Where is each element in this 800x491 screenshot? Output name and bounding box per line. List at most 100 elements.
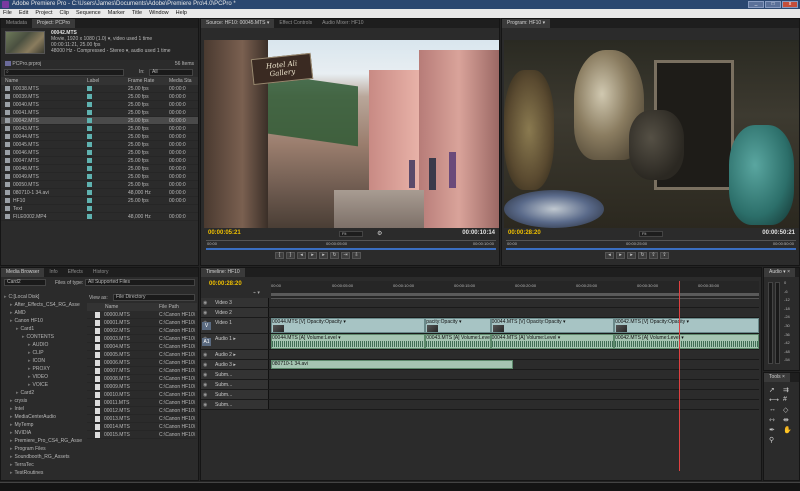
expand-arrow-icon[interactable]: ▸ (10, 310, 13, 316)
expand-arrow-icon[interactable]: ▸ (10, 422, 13, 428)
label-color-swatch[interactable] (87, 150, 92, 155)
overlay-button[interactable]: ⇩ (352, 252, 361, 259)
tab-tools[interactable]: Tools × (764, 373, 790, 382)
folder-tree-item[interactable]: ▸ VIDEO (4, 373, 82, 381)
media-file-row[interactable]: 00011.MTS C:\Canon HF10\ (87, 399, 197, 407)
media-file-row[interactable]: 00012.MTS C:\Canon HF10\ (87, 407, 197, 415)
program-scrubber[interactable] (506, 248, 796, 250)
track-header[interactable]: ◉Video 1 (201, 318, 269, 333)
tab-audio-meters[interactable]: Audio ▾ × (764, 268, 795, 277)
program-play-button[interactable]: ▸ (616, 252, 625, 259)
label-color-swatch[interactable] (87, 198, 92, 203)
project-item-row[interactable]: 00046.MTS 25.00 fps 00:00:0 (1, 149, 198, 157)
timeline-ruler[interactable]: 00:00 00:00:05:00 00:00:10:00 00:00:15:00 00… (271, 281, 759, 299)
source-timecode[interactable]: 00:00:05:21 (208, 230, 241, 236)
project-item-row[interactable]: 00042.MTS 25.00 fps 00:00:0 (1, 117, 198, 125)
audio-clip[interactable]: 00042.MTS [A] Volume:Level ▾ (614, 334, 759, 349)
slide-tool-icon[interactable]: ⇼ (783, 416, 795, 424)
timeline-timecode[interactable]: 00:00:28:20 (209, 281, 242, 287)
media-file-row[interactable]: 00013.MTS C:\Canon HF10\ (87, 415, 197, 423)
folder-tree-item[interactable]: ▸ ICON (4, 357, 82, 365)
project-item-row[interactable]: 080710-1 34.avi 48,000 Hz 00:00:0 (1, 189, 198, 197)
tab-history[interactable]: History (88, 268, 114, 277)
eye-icon[interactable]: ◉ (203, 370, 207, 379)
track-header[interactable]: ◉ Subm... (201, 400, 269, 409)
label-color-swatch[interactable] (87, 126, 92, 131)
media-file-row[interactable]: 00002.MTS C:\Canon HF10\ (87, 327, 197, 335)
col-media-start[interactable]: Media Sta (169, 77, 192, 85)
insert-button[interactable]: ⇥ (341, 252, 350, 259)
drive-dropdown[interactable]: Card2 (4, 279, 46, 286)
hand-tool-icon[interactable]: ✋ (783, 426, 795, 434)
folder-tree-item[interactable]: ▸ MyTemp (4, 421, 82, 429)
audio-clip[interactable]: 00043.MTS [A] Volume:Level ▾ (425, 334, 491, 349)
label-color-swatch[interactable] (87, 142, 92, 147)
label-color-swatch[interactable] (87, 110, 92, 115)
media-file-row[interactable]: 00006.MTS C:\Canon HF10\ (87, 359, 197, 367)
track-header[interactable]: ◉ Video 3 (201, 298, 269, 307)
audio-clip[interactable]: 080710-1 34.avi (271, 360, 513, 369)
folder-tree-item[interactable]: ▸ C:[Local Disk] (4, 293, 82, 301)
col-name[interactable]: Name (5, 77, 18, 85)
program-ruler[interactable]: 00:00 00:00:25:00 00:00:50:00 (506, 240, 796, 247)
source-fit-dropdown[interactable]: Fit (339, 231, 363, 237)
expand-arrow-icon[interactable]: ▸ (10, 318, 13, 324)
mark-out-button[interactable]: } (286, 252, 295, 259)
track-header[interactable]: ◉ Audio 2 ▸ (201, 350, 269, 359)
folder-tree-item[interactable]: ▸ AMD (4, 309, 82, 317)
media-file-row[interactable]: 00001.MTS C:\Canon HF10\ (87, 319, 197, 327)
media-file-row[interactable]: 00005.MTS C:\Canon HF10\ (87, 351, 197, 359)
source-ruler[interactable]: 00:00 00:00:05:00 00:00:10:00 (206, 240, 496, 247)
menu-project[interactable]: Project (35, 9, 52, 18)
expand-arrow-icon[interactable]: ▸ (16, 326, 19, 332)
source-scrubber[interactable] (206, 248, 496, 250)
in-dropdown[interactable]: All (149, 69, 193, 76)
tab-effects[interactable]: Effects (63, 268, 88, 277)
folder-tree-item[interactable]: ▸ Program Files (4, 445, 82, 453)
label-color-swatch[interactable] (87, 86, 92, 91)
expand-arrow-icon[interactable]: ▸ (10, 462, 13, 468)
track-header[interactable]: ◉ Subm... (201, 370, 269, 379)
folder-tree-item[interactable]: ▸ Canon HF10 (4, 317, 82, 325)
maximize-button[interactable]: □ (765, 1, 781, 8)
track-header[interactable]: ◉ Subm... (201, 390, 269, 399)
view-as-dropdown[interactable]: File Directory (113, 294, 195, 301)
menu-marker[interactable]: Marker (108, 9, 125, 18)
marker-icon[interactable]: ▾ (257, 290, 260, 296)
expand-arrow-icon[interactable]: ▸ (22, 334, 25, 340)
audio-clip[interactable]: 00044.MTS [A] Volume:Level ▾ (271, 334, 426, 349)
video-clip[interactable]: pacity:Opacity ▾ (425, 318, 491, 333)
expand-arrow-icon[interactable]: ▸ (10, 398, 13, 404)
audio-clip[interactable]: 00044.MTS [A] Volume:Level ▾ (490, 334, 615, 349)
rolling-edit-tool-icon[interactable]: # (783, 396, 795, 404)
expand-arrow-icon[interactable]: ▸ (28, 358, 31, 364)
selection-tool-icon[interactable]: ➚ (769, 386, 781, 394)
expand-arrow-icon[interactable]: ▸ (10, 430, 13, 436)
step-forward-button[interactable]: ▸ (319, 252, 328, 259)
project-item-row[interactable]: 00044.MTS 25.00 fps 00:00:0 (1, 133, 198, 141)
track-header[interactable]: ◉Audio 1 ▸ (201, 334, 269, 349)
work-area-bar[interactable] (271, 293, 759, 296)
video-clip[interactable]: 00044.MTS [V] Opacity:Opacity ▾ (490, 318, 615, 333)
program-loop-button[interactable]: ↻ (638, 252, 647, 259)
snap-icon[interactable]: ⌁ (253, 290, 256, 296)
tab-media-browser[interactable]: Media Browser (1, 268, 45, 277)
extract-button[interactable]: ⇪ (660, 252, 669, 259)
menu-sequence[interactable]: Sequence (76, 9, 101, 18)
label-color-swatch[interactable] (87, 174, 92, 179)
media-file-row[interactable]: 00004.MTS C:\Canon HF10\ (87, 343, 197, 351)
col-label[interactable]: Label (87, 77, 99, 85)
track-header[interactable]: ◉ Audio 3 ▸ (201, 360, 269, 369)
tab-info[interactable]: Info (44, 268, 62, 277)
tab-source[interactable]: Source: HF10: 00045.MTS ▾ (201, 19, 275, 28)
media-file-row[interactable]: 00015.MTS C:\Canon HF10\ (87, 431, 197, 439)
expand-arrow-icon[interactable]: ▸ (28, 342, 31, 348)
zoom-tool-icon[interactable]: ⚲ (769, 436, 781, 444)
expand-arrow-icon[interactable]: ▸ (28, 350, 31, 356)
expand-arrow-icon[interactable]: ▸ (10, 454, 13, 460)
label-color-swatch[interactable] (87, 94, 92, 99)
expand-arrow-icon[interactable]: ▸ (10, 438, 13, 444)
folder-tree-item[interactable]: ▸ AUDIO (4, 341, 82, 349)
project-item-row[interactable]: Text (1, 205, 198, 213)
menu-help[interactable]: Help (176, 9, 187, 18)
